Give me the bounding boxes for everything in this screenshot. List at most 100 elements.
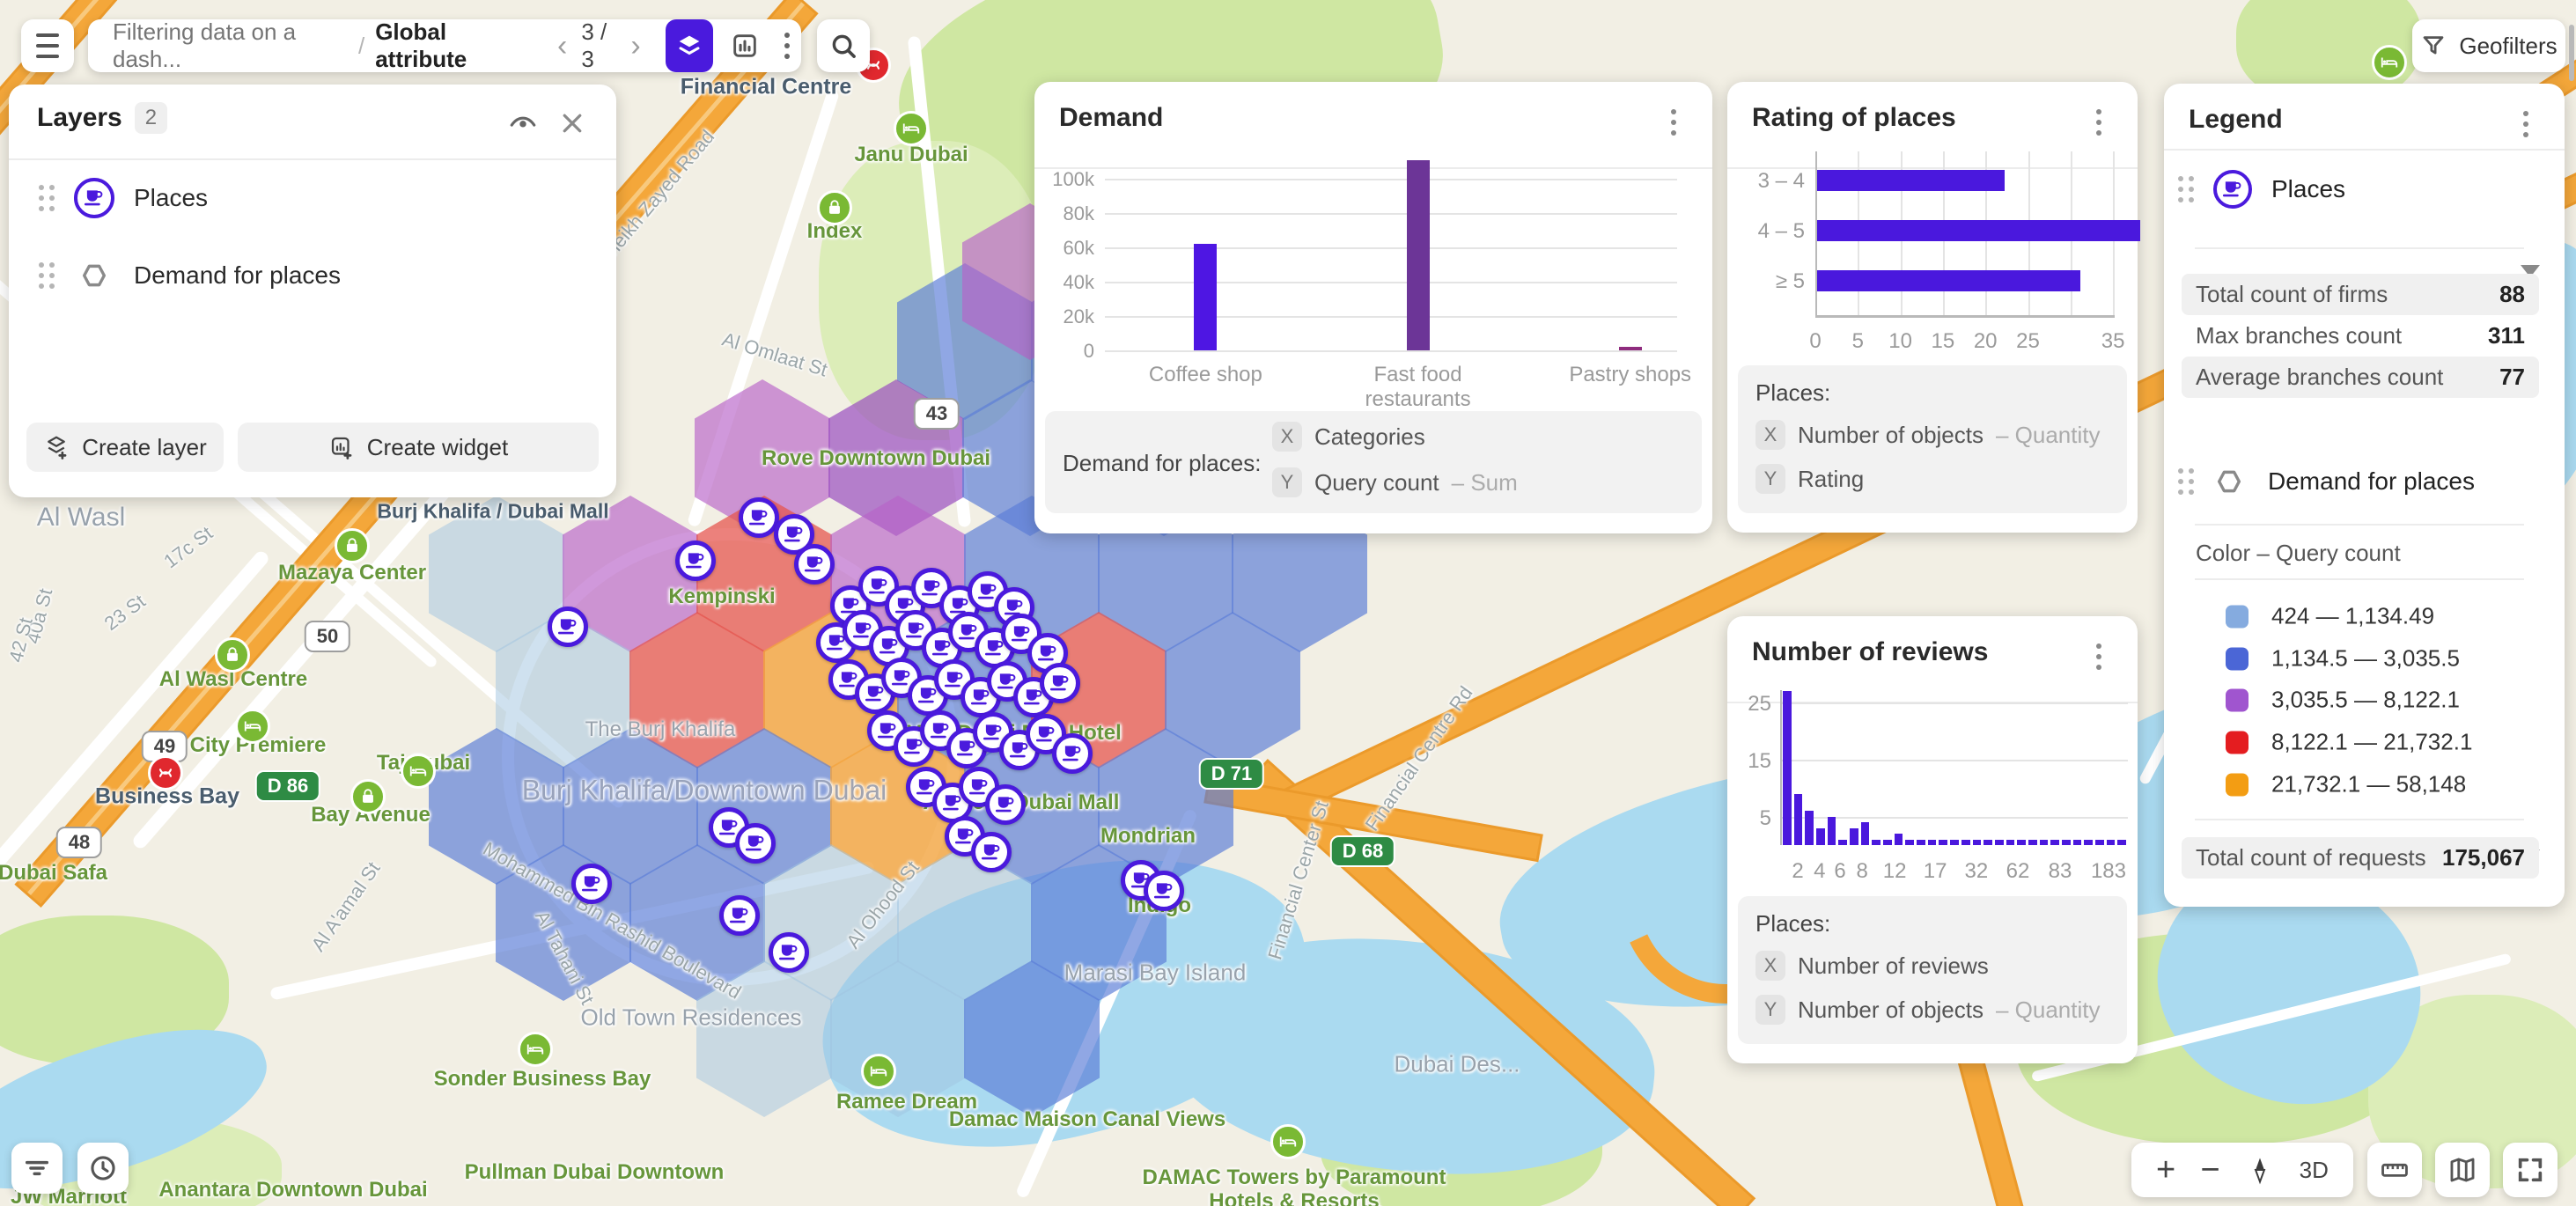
fullscreen-button[interactable] (2503, 1143, 2558, 1197)
legend-section-demand[interactable]: Demand for places (2164, 459, 2565, 504)
breadcrumb-parent[interactable]: Filtering data on a dash... (113, 18, 348, 73)
road-shield: D 68 (1330, 835, 1395, 867)
reviews-bar[interactable] (2028, 840, 2037, 846)
more-options-button[interactable] (772, 21, 801, 70)
reviews-bar[interactable] (1838, 840, 1847, 846)
reviews-bar[interactable] (1973, 840, 1982, 846)
compass-button[interactable] (2245, 1155, 2275, 1185)
geofilters-button[interactable]: Geofilters (2412, 19, 2565, 72)
color-swatch (2226, 647, 2248, 670)
scrollbar[interactable] (2569, 25, 2574, 81)
coffee-place-marker[interactable] (571, 864, 612, 904)
color-range-row: 3,035.5 — 8,122.1 (2226, 687, 2460, 714)
coffee-place-marker[interactable] (1144, 871, 1184, 911)
demand-bar[interactable] (1619, 347, 1642, 350)
legend-panel: Legend Places Total count of firms 88 Ma… (2164, 84, 2565, 907)
reviews-bar[interactable] (1794, 794, 1803, 846)
prev-page-button[interactable]: ‹ (552, 31, 572, 61)
basemap-button[interactable] (2435, 1143, 2490, 1197)
x-tick-label: 15 (1925, 329, 1961, 354)
coffee-place-marker[interactable] (769, 932, 809, 973)
y-axis-badge: Y (1755, 464, 1785, 494)
reviews-bar[interactable] (2062, 840, 2071, 846)
coffee-place-marker[interactable] (1040, 663, 1080, 703)
coffee-layer-icon (74, 178, 114, 218)
rating-bar[interactable] (1817, 270, 2080, 291)
coffee-place-marker[interactable] (985, 784, 1026, 825)
color-range-label: 8,122.1 — 21,732.1 (2271, 729, 2472, 756)
menu-button[interactable] (21, 19, 74, 72)
drag-handle-icon[interactable] (39, 185, 58, 211)
reviews-widget-menu-button[interactable] (2083, 639, 2115, 674)
color-range-label: 424 — 1,134.49 (2271, 603, 2434, 630)
search-button[interactable] (817, 19, 870, 72)
reviews-bar[interactable] (2050, 840, 2059, 846)
drag-handle-icon[interactable] (39, 262, 58, 289)
reviews-bar[interactable] (2017, 840, 2026, 846)
zoom-out-button[interactable]: − (2200, 1153, 2219, 1187)
coffee-place-marker[interactable] (1052, 733, 1093, 774)
create-layer-button[interactable]: Create layer (26, 423, 224, 472)
reviews-bar[interactable] (1961, 840, 1970, 846)
coffee-place-marker[interactable] (735, 823, 776, 864)
coffee-place-marker[interactable] (794, 544, 835, 585)
reviews-bar[interactable] (1850, 828, 1858, 846)
ruler-button[interactable] (2367, 1143, 2422, 1197)
close-panel-button[interactable] (555, 107, 590, 139)
reviews-bar[interactable] (1805, 811, 1814, 845)
drag-handle-icon[interactable] (2178, 468, 2197, 495)
map-canvas[interactable]: Financial CentreBurj Khalifa / Dubai Mal… (0, 0, 2576, 1206)
reviews-bar[interactable] (2073, 840, 2082, 846)
reviews-bar[interactable] (1917, 840, 1925, 846)
reviews-bar[interactable] (1883, 840, 1892, 846)
reviews-bar[interactable] (1861, 822, 1870, 845)
reviews-bar[interactable] (1828, 817, 1836, 846)
filter-list-button[interactable] (11, 1143, 63, 1194)
demand-bar[interactable] (1194, 244, 1217, 350)
map-label: Pullman Dubai Downtown (465, 1160, 725, 1185)
coffee-place-marker[interactable] (548, 607, 588, 647)
rating-widget-menu-button[interactable] (2083, 105, 2115, 140)
drag-handle-icon[interactable] (2178, 176, 2197, 202)
3d-mode-button[interactable]: 3D (2300, 1157, 2329, 1184)
history-button[interactable] (77, 1143, 129, 1194)
reviews-bar[interactable] (1928, 840, 1937, 846)
legend-section-places[interactable]: Places (2164, 166, 2565, 212)
reviews-bar[interactable] (1895, 834, 1903, 845)
layer-item-places[interactable]: Places (9, 159, 616, 237)
reviews-bar[interactable] (1872, 840, 1880, 846)
reviews-bar[interactable] (1816, 828, 1825, 846)
layers-count-badge: 2 (135, 102, 167, 134)
reviews-bar[interactable] (1783, 691, 1792, 846)
legend-menu-button[interactable] (2510, 107, 2542, 142)
next-page-button[interactable]: › (625, 31, 645, 61)
layer-item-demand[interactable]: Demand for places (9, 237, 616, 314)
rating-bar[interactable] (1817, 220, 2140, 241)
reviews-bar[interactable] (1905, 840, 1914, 846)
create-widget-button[interactable]: Create widget (238, 423, 599, 472)
layers-toggle-button[interactable] (666, 19, 714, 72)
reviews-bar[interactable] (2006, 840, 2015, 846)
demand-bar[interactable] (1407, 160, 1430, 350)
reviews-bar[interactable] (2107, 840, 2116, 846)
toggle-visibility-button[interactable] (504, 107, 542, 139)
zoom-in-button[interactable]: + (2156, 1153, 2175, 1187)
widgets-button[interactable] (722, 21, 767, 70)
breadcrumb-bar: Filtering data on a dash... / Global att… (88, 19, 801, 72)
rating-bar[interactable] (1817, 170, 2005, 191)
reviews-bar[interactable] (2095, 840, 2104, 846)
reviews-bar[interactable] (2117, 840, 2126, 846)
reviews-bar[interactable] (1939, 840, 1947, 846)
reviews-bar[interactable] (2084, 840, 2093, 846)
reviews-bar[interactable] (2040, 840, 2049, 846)
coffee-place-marker[interactable] (971, 832, 1012, 872)
coffee-place-marker[interactable] (675, 540, 716, 581)
coffee-place-marker[interactable] (719, 895, 760, 936)
bed-icon (401, 754, 436, 789)
demand-widget-menu-button[interactable] (1658, 105, 1689, 140)
reviews-bar[interactable] (1950, 840, 1959, 846)
x-axis-line (1815, 315, 2115, 318)
reviews-bar[interactable] (1995, 840, 2004, 846)
color-range-label: 21,732.1 — 58,148 (2271, 771, 2466, 798)
reviews-bar[interactable] (1984, 840, 1992, 846)
